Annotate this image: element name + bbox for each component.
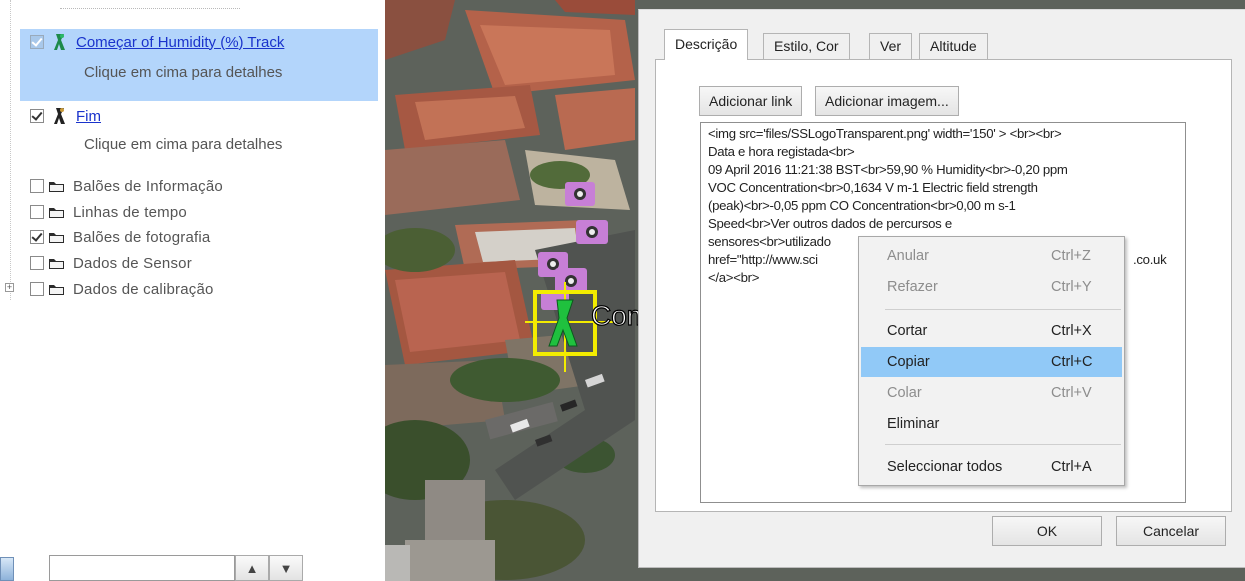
menu-item-label: Seleccionar todos xyxy=(887,459,1003,475)
menu-item-label: Cortar xyxy=(887,323,928,339)
tab-altitude[interactable]: Altitude xyxy=(919,33,988,59)
expand-toggle[interactable]: + xyxy=(5,283,14,292)
folder-icon xyxy=(49,232,64,243)
dark-walker-pin-icon xyxy=(54,108,65,124)
folder-icon xyxy=(49,258,64,269)
folder-icon xyxy=(49,181,64,192)
search-input[interactable] xyxy=(49,555,235,581)
menu-item-label: Refazer xyxy=(887,279,938,295)
places-tree-panel: Começar of Humidity (%) Track Clique em … xyxy=(0,0,385,581)
menu-item-label: Eliminar xyxy=(887,416,940,432)
search-next-button[interactable]: ▼ xyxy=(269,555,303,581)
tree-item-end[interactable]: Fim xyxy=(30,104,101,128)
folder-photo-balloons[interactable]: Balões de fotografia xyxy=(30,225,210,249)
end-detail-text[interactable]: Clique em cima para detalhes xyxy=(84,136,282,153)
folder-checkbox[interactable] xyxy=(30,230,44,244)
ok-button[interactable]: OK xyxy=(992,516,1102,546)
menu-item-shortcut: Ctrl+Z xyxy=(1051,248,1091,264)
search-prev-button[interactable]: ▲ xyxy=(235,555,269,581)
context-menu: Anular Ctrl+Z Refazer Ctrl+Y Cortar Ctrl… xyxy=(858,236,1125,486)
folder-icon xyxy=(49,284,64,295)
search-bar: ▲ ▼ xyxy=(0,553,385,581)
html-line: 09 April 2016 11:21:38 BST<br>59,90 % Hu… xyxy=(708,162,1068,177)
menu-item-shortcut: Ctrl+C xyxy=(1051,354,1093,370)
folder-info-balloons[interactable]: Balões de Informação xyxy=(30,174,223,198)
green-walker-pin-icon xyxy=(54,34,65,50)
menu-item-label: Colar xyxy=(887,385,922,401)
folder-checkbox[interactable] xyxy=(30,256,44,270)
folder-calibration-data[interactable]: Dados de calibração xyxy=(30,277,214,301)
folder-label: Dados de Sensor xyxy=(73,254,192,272)
end-placemark-link[interactable]: Fim xyxy=(76,108,101,125)
add-link-button[interactable]: Adicionar link xyxy=(699,86,803,116)
menu-item-delete[interactable]: Eliminar xyxy=(861,409,1122,439)
folder-label: Balões de fotografia xyxy=(73,228,211,246)
html-line-tail: .co.uk xyxy=(1133,252,1167,267)
menu-item-shortcut: Ctrl+V xyxy=(1051,385,1092,401)
html-line: Data e hora registada<br> xyxy=(708,144,855,159)
start-placemark-link[interactable]: Começar of Humidity (%) Track xyxy=(76,34,284,51)
end-checkbox[interactable] xyxy=(30,109,44,123)
menu-separator xyxy=(885,309,1121,310)
menu-separator xyxy=(885,444,1121,445)
menu-item-label: Anular xyxy=(887,248,929,264)
camera-icon[interactable] xyxy=(565,182,595,206)
cancel-button[interactable]: Cancelar xyxy=(1116,516,1226,546)
menu-item-select-all[interactable]: Seleccionar todos Ctrl+A xyxy=(861,452,1122,482)
menu-item-copy[interactable]: Copiar Ctrl+C xyxy=(861,347,1122,377)
tab-view[interactable]: Ver xyxy=(869,33,913,59)
folder-label: Linhas de tempo xyxy=(73,203,187,221)
tree-connector xyxy=(60,8,240,9)
menu-item-shortcut: Ctrl+A xyxy=(1051,459,1092,475)
html-line: (peak)<br>-0,05 ppm CO Concentration<br>… xyxy=(708,198,1016,213)
folder-checkbox[interactable] xyxy=(30,205,44,219)
arrow-up-icon: ▲ xyxy=(245,560,259,576)
add-image-button[interactable]: Adicionar imagem... xyxy=(815,86,959,116)
menu-item-cut[interactable]: Cortar Ctrl+X xyxy=(861,316,1122,346)
folder-label: Balões de Informação xyxy=(73,177,223,195)
menu-item-undo[interactable]: Anular Ctrl+Z xyxy=(861,241,1122,271)
html-line-text: href="http://www.sci xyxy=(708,252,818,267)
menu-item-redo[interactable]: Refazer Ctrl+Y xyxy=(861,272,1122,302)
folder-sensor-data[interactable]: Dados de Sensor xyxy=(30,251,192,275)
tab-style-color[interactable]: Estilo, Cor xyxy=(763,33,850,59)
camera-icon[interactable] xyxy=(576,220,608,244)
menu-item-label: Copiar xyxy=(887,354,930,370)
html-line: VOC Concentration<br>0,1634 V m-1 Electr… xyxy=(708,180,1038,195)
tab-description[interactable]: Descrição xyxy=(664,29,749,60)
folder-timelines[interactable]: Linhas de tempo xyxy=(30,200,187,224)
arrow-down-icon: ▼ xyxy=(279,560,293,576)
folder-label: Dados de calibração xyxy=(73,280,214,298)
folder-checkbox[interactable] xyxy=(30,282,44,296)
html-line: <img src='files/SSLogoTransparent.png' w… xyxy=(708,126,1062,141)
folder-checkbox[interactable] xyxy=(30,179,44,193)
panel-toggle-button[interactable] xyxy=(0,557,14,581)
menu-item-shortcut: Ctrl+X xyxy=(1051,323,1092,339)
start-detail-text[interactable]: Clique em cima para detalhes xyxy=(84,64,282,81)
menu-item-shortcut: Ctrl+Y xyxy=(1051,279,1092,295)
tree-connector-vertical xyxy=(10,0,11,300)
html-line: Speed<br>Ver outros dados de percursos e xyxy=(708,216,952,231)
folder-icon xyxy=(49,207,64,218)
start-checkbox[interactable] xyxy=(30,35,44,49)
menu-item-paste[interactable]: Colar Ctrl+V xyxy=(861,378,1122,408)
tree-item-start[interactable]: Começar of Humidity (%) Track xyxy=(30,30,284,54)
